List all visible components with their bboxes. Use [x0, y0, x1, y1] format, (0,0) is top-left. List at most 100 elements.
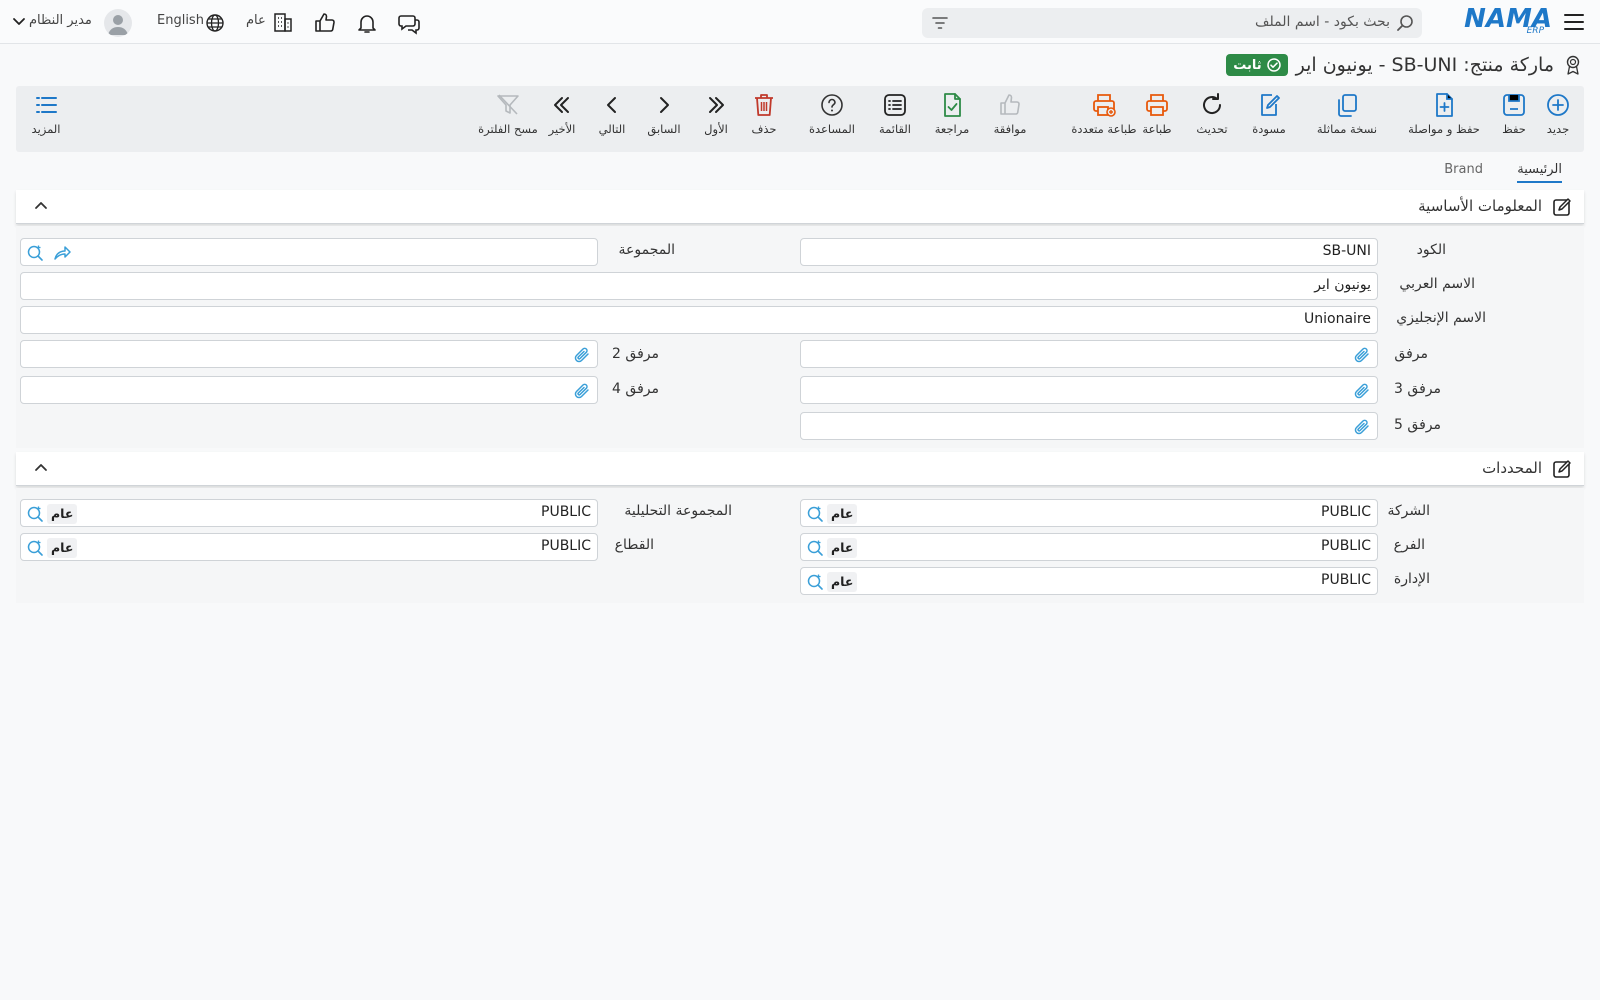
search-input[interactable]: بحث بكود - اسم الملف	[922, 8, 1422, 38]
attachment2-label: مرفق 2	[612, 346, 659, 362]
printer-icon	[1144, 92, 1170, 118]
code-label: الكود	[1416, 242, 1446, 258]
page-title: ماركة منتج: SB-UNI - يونيون اير	[1295, 54, 1554, 76]
top-bar: NAMA ERP بحث بكود - اسم الملف عام Englis…	[0, 0, 1600, 44]
chat-icon[interactable]	[397, 11, 421, 35]
clear-filter-button[interactable]: مسح الفلترة	[468, 92, 548, 136]
attachment4-field[interactable]	[20, 376, 598, 404]
globe-icon[interactable]	[205, 13, 229, 37]
arabic-name-field[interactable]: يونيون اير	[20, 272, 1378, 300]
english-name-value: Unionaire	[1304, 311, 1371, 327]
filter-icon[interactable]	[931, 15, 949, 31]
thumbs-up-icon	[997, 92, 1023, 118]
analytic-group-value: PUBLIC	[541, 504, 591, 520]
lookup-icon[interactable]	[26, 505, 44, 523]
multi-print-button[interactable]: طباعة متعددة	[1064, 92, 1144, 136]
user-icon[interactable]	[104, 9, 132, 37]
company-tag: عام	[827, 504, 858, 524]
lookup-icon[interactable]	[806, 505, 824, 523]
app-logo[interactable]: NAMA ERP	[1464, 4, 1552, 38]
sector-value: PUBLIC	[541, 538, 591, 554]
edit-icon	[1256, 92, 1282, 118]
status-badge: ثابت	[1226, 54, 1288, 76]
english-name-label: الاسم الإنجليزي	[1396, 310, 1486, 326]
filter-off-icon	[495, 92, 521, 118]
code-field[interactable]: SB-UNI	[800, 238, 1378, 266]
attachment4-label: مرفق 4	[612, 381, 659, 397]
share-icon[interactable]	[53, 245, 71, 261]
file-check-icon	[939, 92, 965, 118]
more-button[interactable]: المزيد	[6, 92, 86, 136]
file-plus-icon	[1431, 92, 1457, 118]
check-circle-icon	[1266, 58, 1281, 72]
attachment-field[interactable]	[800, 340, 1378, 368]
arabic-name-value: يونيون اير	[1314, 277, 1371, 293]
save-button[interactable]: حفظ	[1474, 92, 1554, 136]
tab-bar: الرئيسية Brand	[16, 154, 1584, 188]
lookup-icon[interactable]	[806, 539, 824, 557]
group-field[interactable]	[20, 238, 598, 266]
menu-icon[interactable]	[1562, 11, 1586, 33]
department-field[interactable]: PUBLIC عام	[800, 567, 1378, 595]
save-icon	[1501, 92, 1527, 118]
edit-square-icon	[1552, 197, 1572, 217]
attachment2-field[interactable]	[20, 340, 598, 368]
refresh-icon	[1199, 92, 1225, 118]
help-icon	[819, 92, 845, 118]
paperclip-icon[interactable]	[573, 382, 591, 400]
company-value: PUBLIC	[1321, 504, 1371, 520]
chevron-right-icon	[651, 92, 677, 118]
language-switch[interactable]: English	[157, 13, 204, 28]
attachment-label: مرفق	[1394, 346, 1428, 362]
chevron-up-icon[interactable]	[34, 462, 48, 474]
section-title: المحددات	[1482, 459, 1542, 477]
page-header: ماركة منتج: SB-UNI - يونيون اير ثابت	[1226, 50, 1584, 80]
paperclip-icon[interactable]	[573, 346, 591, 364]
help-button[interactable]: المساعدة	[792, 92, 872, 136]
chevron-up-icon[interactable]	[34, 200, 48, 212]
attachment3-field[interactable]	[800, 376, 1378, 404]
dimensions-section-header[interactable]: المحددات	[16, 452, 1584, 486]
attachment5-field[interactable]	[800, 412, 1378, 440]
paperclip-icon[interactable]	[1353, 418, 1371, 436]
tab-main[interactable]: الرئيسية	[1517, 162, 1562, 183]
branch-field[interactable]: PUBLIC عام	[800, 533, 1378, 561]
sector-field[interactable]: PUBLIC عام	[20, 533, 598, 561]
logo-subtext: ERP	[1526, 26, 1544, 36]
save-continue-button[interactable]: حفظ و مواصلة	[1404, 92, 1484, 136]
lookup-icon[interactable]	[26, 244, 44, 262]
thumbs-up-icon[interactable]	[313, 11, 337, 35]
attachment3-label: مرفق 3	[1394, 381, 1441, 397]
action-toolbar: جديد حفظ حفظ و مواصلة نسخة مماثلة مسودة …	[16, 86, 1584, 152]
status-badge-label: ثابت	[1233, 57, 1262, 73]
edit-square-icon	[1552, 459, 1572, 479]
bell-icon[interactable]	[355, 11, 379, 35]
analytic-group-field[interactable]: PUBLIC عام	[20, 499, 598, 527]
building-icon[interactable]	[272, 11, 296, 35]
branch-label: الفرع	[1393, 537, 1425, 553]
code-value: SB-UNI	[1322, 243, 1371, 259]
paperclip-icon[interactable]	[1353, 346, 1371, 364]
search-icon	[1396, 14, 1414, 32]
chevron-down-icon[interactable]	[12, 16, 26, 28]
branch-value: PUBLIC	[1321, 538, 1371, 554]
double-chevron-right-icon	[703, 92, 729, 118]
branch-tag: عام	[827, 538, 858, 558]
lookup-icon[interactable]	[26, 539, 44, 557]
lookup-icon[interactable]	[806, 573, 824, 591]
department-tag: عام	[827, 572, 858, 592]
user-name[interactable]: مدير النظام	[29, 13, 92, 28]
company-field[interactable]: PUBLIC عام	[800, 499, 1378, 527]
basic-info-section-header[interactable]: المعلومات الأساسية	[16, 190, 1584, 224]
more-list-icon	[33, 92, 59, 118]
chevron-left-icon	[599, 92, 625, 118]
branch-selector-label[interactable]: عام	[246, 13, 266, 28]
analytic-group-label: المجموعة التحليلية	[624, 503, 732, 519]
duplicate-button[interactable]: نسخة مماثلة	[1307, 92, 1387, 136]
english-name-field[interactable]: Unionaire	[20, 306, 1378, 334]
tab-brand[interactable]: Brand	[1444, 162, 1483, 177]
paperclip-icon[interactable]	[1353, 382, 1371, 400]
sector-tag: عام	[47, 538, 78, 558]
attachment5-label: مرفق 5	[1394, 417, 1441, 433]
list-icon	[882, 92, 908, 118]
